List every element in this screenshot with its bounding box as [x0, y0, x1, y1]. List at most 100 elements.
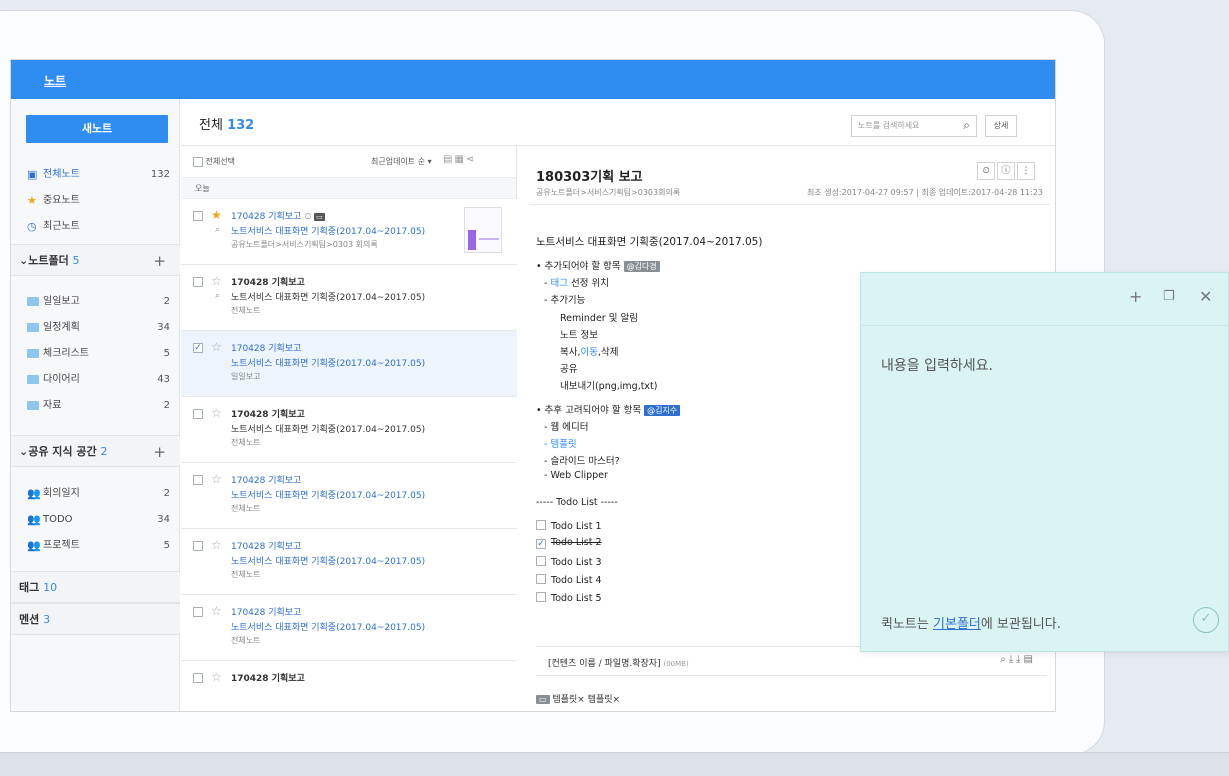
info-icon[interactable]: ⓘ	[997, 162, 1015, 180]
todo-item[interactable]: Todo List 4	[536, 573, 602, 586]
note-checkbox[interactable]	[193, 475, 203, 485]
section-label: 공유 지식 공간	[28, 445, 97, 458]
todo-item[interactable]: Todo List 5	[536, 591, 602, 604]
restore-icon[interactable]: ❐	[1163, 289, 1175, 304]
folder-count: 43	[157, 374, 170, 385]
close-icon[interactable]: ✕	[1199, 287, 1212, 306]
note-thumbnail	[464, 207, 502, 253]
note-folder: 전체노트	[231, 438, 261, 447]
sidebar-item-important[interactable]: ★ 중요노트	[11, 188, 180, 214]
paperclip-icon: ⌕	[215, 225, 221, 235]
tag-chip[interactable]: 템플릿×	[588, 695, 620, 705]
todo-checkbox[interactable]: ✓	[536, 539, 546, 549]
mention-tag[interactable]: @김지수	[644, 405, 681, 416]
shared-item[interactable]: 👥 회의일지 2	[11, 481, 180, 507]
note-folder: 일일보고	[231, 372, 261, 381]
note-title: 170428 기획보고	[231, 278, 305, 288]
quick-note-input[interactable]: 내용을 입력하세요.	[881, 355, 993, 375]
tag-icon: ▭	[536, 695, 550, 704]
star-icon[interactable]: ☆	[211, 670, 222, 684]
tag-chip[interactable]: 템플릿×	[552, 695, 584, 705]
folder-item[interactable]: 일정계획 34	[11, 315, 180, 341]
shared-label: 회의일지	[43, 488, 80, 499]
folder-item[interactable]: 자료 2	[11, 393, 180, 419]
star-icon[interactable]: ☆	[211, 472, 222, 486]
search-icon[interactable]: ⌕	[963, 118, 970, 133]
folder-label: 일일보고	[43, 296, 80, 307]
todo-checkbox[interactable]	[536, 520, 546, 530]
note-checkbox[interactable]	[193, 607, 203, 617]
note-title[interactable]: 180303기획 보고	[536, 166, 643, 185]
folder-item[interactable]: 다이어리 43	[11, 367, 180, 393]
alarm-icon[interactable]: ⏲	[977, 162, 995, 180]
note-desc: 노트서비스 대표화면 기획중(2017.04~2017.05)	[231, 491, 426, 501]
star-icon[interactable]: ☆	[211, 274, 222, 288]
total-count: 132	[227, 118, 255, 133]
sidebar-item-all-notes[interactable]: ▣ 전체노트 132	[11, 162, 180, 188]
shared-item[interactable]: 👥 프로젝트 5	[11, 533, 180, 559]
default-folder-link[interactable]: 기본폴더	[933, 617, 981, 632]
sort-dropdown[interactable]: 최근업데이트 순 ▾	[371, 156, 432, 167]
note-folders-section[interactable]: ⌄노트폴더 5 +	[11, 244, 180, 276]
more-icon[interactable]: ⋮	[1017, 162, 1035, 180]
select-all-checkbox[interactable]	[193, 156, 203, 167]
add-folder-icon[interactable]: +	[153, 245, 166, 277]
list-item[interactable]: ☆ 170428 기획보고 노트서비스 대표화면 기획중(2017.04~201…	[181, 529, 517, 595]
add-shared-space-icon[interactable]: +	[153, 436, 166, 468]
tags-section[interactable]: 태그 10	[11, 571, 180, 603]
quick-note-toolbar: + ❐ ✕	[861, 273, 1228, 326]
todo-checkbox[interactable]	[536, 574, 546, 584]
todo-checkbox[interactable]	[536, 592, 546, 602]
star-icon[interactable]: ☆	[211, 538, 222, 552]
app-title[interactable]: 노트	[44, 72, 66, 89]
mention-tag[interactable]: @김다경	[623, 261, 660, 272]
attachment-actions-icon[interactable]: ⌕⤓⤓▤	[1000, 654, 1036, 665]
clock-icon: ◷	[27, 220, 37, 233]
list-item[interactable]: ☆ 170428 기획보고 노트서비스 대표화면 기획중(2017.04~201…	[181, 397, 517, 463]
folder-icon	[27, 393, 39, 419]
folder-item[interactable]: 일일보고 2	[11, 289, 180, 315]
detail-search-button[interactable]: 상세	[985, 115, 1017, 137]
todo-item[interactable]: Todo List 3	[536, 555, 602, 568]
list-item[interactable]: ☆ 170428 기획보고	[181, 661, 517, 711]
note-checkbox[interactable]	[193, 277, 203, 287]
todo-item[interactable]: ✓ Todo List 2	[536, 537, 602, 549]
mentions-section[interactable]: 멘션 3	[11, 603, 180, 635]
chevron-down-icon: ⌄	[19, 445, 29, 458]
note-checkbox[interactable]	[193, 409, 203, 419]
shared-space-section[interactable]: ⌄공유 지식 공간 2 +	[11, 435, 180, 467]
star-icon[interactable]: ☆	[211, 406, 222, 420]
new-note-button[interactable]: 새노트	[26, 115, 168, 143]
note-checkbox[interactable]	[193, 673, 203, 683]
star-icon[interactable]: ☆	[211, 604, 222, 618]
note-line: - 태그 선정 위치	[544, 278, 609, 289]
note-checkbox[interactable]	[193, 211, 203, 221]
note-line: 공유	[560, 364, 578, 375]
note-checkbox[interactable]	[193, 541, 203, 551]
folder-item[interactable]: 체크리스트 5	[11, 341, 180, 367]
folder-icon	[27, 289, 39, 315]
view-mode-icons[interactable]: ▤▦⋖	[443, 154, 476, 165]
list-item[interactable]: ☆ 170428 기획보고 노트서비스 대표화면 기획중(2017.04~201…	[181, 463, 517, 529]
check-icon[interactable]: ✓	[1193, 607, 1219, 633]
folder-label: 다이어리	[43, 374, 80, 385]
note-title: 170428 기획보고	[231, 542, 302, 552]
note-line: 복사,이동,삭제	[560, 347, 619, 358]
list-item[interactable]: ✓ ☆ 170428 기획보고 노트서비스 대표화면 기획중(2017.04~2…	[181, 331, 517, 397]
group-icon: 👥	[27, 513, 41, 526]
note-checkbox[interactable]: ✓	[193, 343, 203, 353]
sidebar-item-recent[interactable]: ◷ 최근노트	[11, 214, 180, 240]
list-item[interactable]: ☆ 170428 기획보고 노트서비스 대표화면 기획중(2017.04~201…	[181, 595, 517, 661]
shared-item[interactable]: 👥 TODO 34	[11, 507, 180, 533]
star-icon[interactable]: ☆	[211, 340, 222, 354]
note-line: • 추가되어야 할 항목 @김다경	[536, 258, 660, 272]
todo-checkbox[interactable]	[536, 556, 546, 566]
list-item[interactable]: ★ 170428 기획보고 ⏲ ▭ ⌕ 노트서비스 대표화면 기획중(2017.…	[181, 199, 517, 265]
search-input[interactable]: 노트를 검색하세요 ⌕	[851, 115, 977, 137]
select-all[interactable]: 전체선택	[193, 156, 235, 167]
todo-item[interactable]: Todo List 1	[536, 519, 602, 532]
star-icon[interactable]: ★	[211, 208, 222, 222]
list-item[interactable]: ☆ 170428 기획보고 ⌕ 노트서비스 대표화면 기획중(2017.04~2…	[181, 265, 517, 331]
add-icon[interactable]: +	[1129, 287, 1142, 306]
attachment-name: [컨텐츠 이름 / 파일명.확장자] (00MB)	[548, 659, 689, 669]
